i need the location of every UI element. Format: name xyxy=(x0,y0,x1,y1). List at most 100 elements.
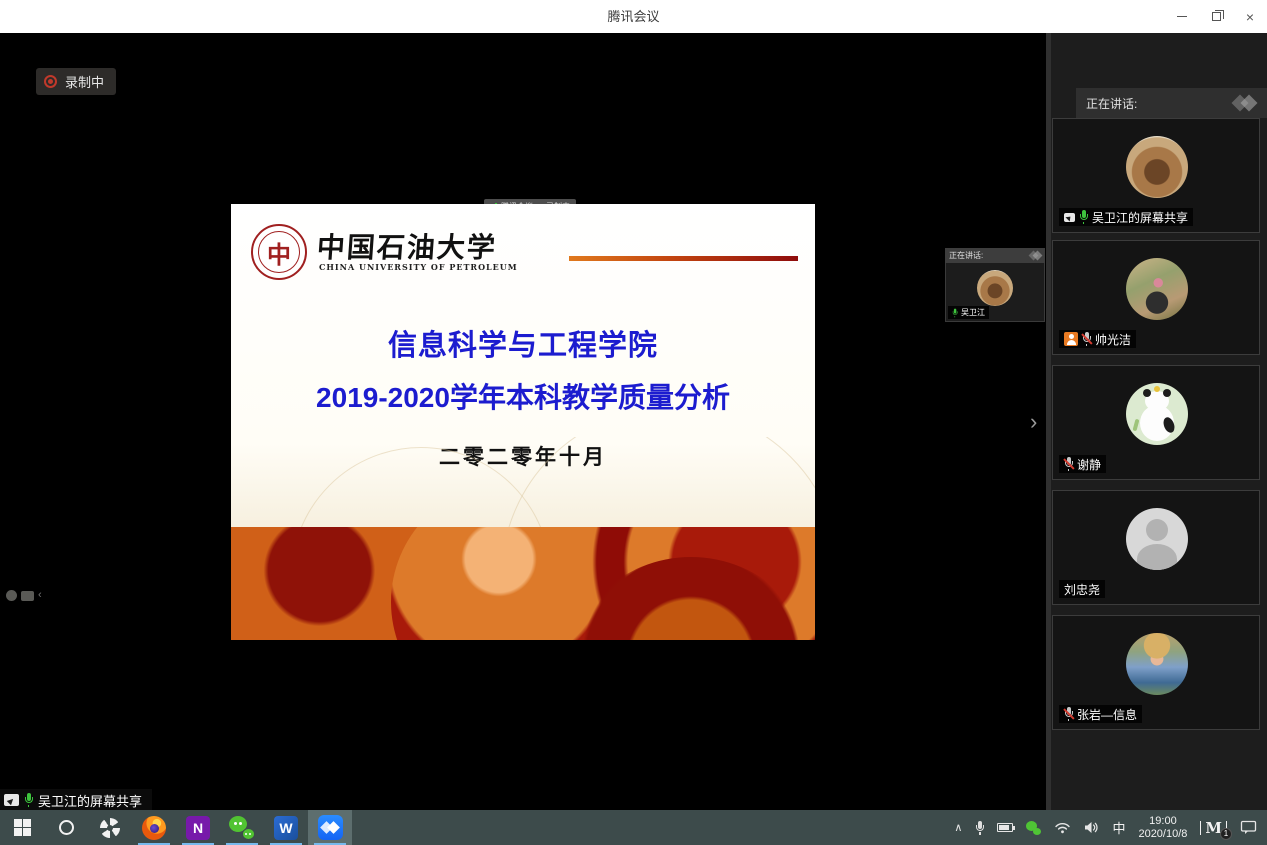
onenote-button[interactable]: N xyxy=(176,810,220,845)
tencent-meeting-icon xyxy=(317,815,343,840)
cortana-icon xyxy=(58,820,74,835)
tray-mic-icon[interactable] xyxy=(975,820,984,835)
university-name-cn: 中国石油大学 xyxy=(315,231,499,264)
tray-expand-chevron[interactable]: ∧ xyxy=(954,821,962,834)
speaking-overlay-header: 正在讲话: xyxy=(945,248,1045,263)
maximize-button[interactable] xyxy=(1199,0,1233,33)
collapse-toolbar-chevron-icon[interactable]: ‹ xyxy=(38,590,42,601)
sidebar-expand-chevron[interactable]: › xyxy=(1030,411,1037,433)
sidebar-scrollbar[interactable] xyxy=(1046,33,1051,810)
mic-on-icon xyxy=(952,308,958,317)
firefox-icon xyxy=(142,815,166,840)
notification-badge: 1 xyxy=(1220,827,1232,840)
close-button[interactable]: × xyxy=(1233,0,1267,33)
annotation-panel-icon[interactable] xyxy=(21,590,34,601)
avatar xyxy=(1126,508,1188,570)
university-name-en: CHINA UNIVERSITY OF PETROLEUM xyxy=(319,262,518,272)
meeting-logo-icon xyxy=(1231,94,1258,112)
pinwheel-app-button[interactable] xyxy=(88,810,132,845)
word-button[interactable]: W xyxy=(264,810,308,845)
participant-name: 吴卫江的屏幕共享 xyxy=(1092,210,1189,225)
participant-name: 刘忠尧 xyxy=(1064,582,1101,597)
speaker-name: 吴卫江 xyxy=(961,308,985,317)
participant-name-label: 谢静 xyxy=(1059,455,1107,473)
mic-muted-icon xyxy=(1082,332,1091,346)
participant-name-label: 张岩—信息 xyxy=(1059,705,1143,723)
university-seal-logo: 中 xyxy=(251,224,307,280)
share-banner-label: 吴卫江的屏幕共享 xyxy=(38,793,143,809)
window-titlebar[interactable]: 腾讯会议 × xyxy=(0,0,1267,33)
screen-share-banner: 吴卫江的屏幕共享 xyxy=(0,789,153,811)
tray-date: 2020/10/8 xyxy=(1138,827,1188,840)
header-divider-line xyxy=(569,256,798,261)
wifi-icon[interactable] xyxy=(1054,821,1071,834)
participant-tile[interactable]: 张岩—信息 xyxy=(1052,615,1260,730)
participant-tile[interactable]: 谢静 xyxy=(1052,365,1260,480)
restore-icon xyxy=(1211,10,1224,21)
tray-clock[interactable]: 19:00 2020/10/8 xyxy=(1138,815,1187,841)
slide-title-report: 2019-2020学年本科教学质量分析 xyxy=(316,382,730,413)
person-badge-icon xyxy=(1064,332,1078,346)
start-button[interactable] xyxy=(0,810,44,845)
participants-sidebar: 正在讲话: 吴卫江的屏幕共享 帅光洁 谢静 刘忠尧 张岩—信息 xyxy=(1046,33,1267,810)
word-icon: W xyxy=(274,815,298,840)
recording-dot-icon xyxy=(44,75,57,88)
participant-name: 谢静 xyxy=(1077,457,1102,472)
wechat-tray-icon[interactable] xyxy=(1026,820,1042,835)
mic-muted-icon xyxy=(1064,457,1073,471)
battery-icon[interactable] xyxy=(997,823,1016,832)
speaking-overlay-tile: 吴卫江 xyxy=(945,263,1045,322)
tray-time: 19:00 xyxy=(1149,814,1177,827)
participant-tile[interactable]: 吴卫江的屏幕共享 xyxy=(1052,118,1260,233)
im-app-tray-icon[interactable]: M1 xyxy=(1200,820,1232,840)
tencent-meeting-button[interactable] xyxy=(308,810,352,845)
close-icon: × xyxy=(1245,8,1255,25)
avatar xyxy=(1126,136,1188,198)
participant-tile[interactable]: 帅光洁 xyxy=(1052,240,1260,355)
minimize-icon xyxy=(1177,16,1187,17)
speaking-overlay-name-label: 吴卫江 xyxy=(948,306,989,319)
avatar xyxy=(1126,633,1188,695)
avatar xyxy=(1126,383,1188,445)
slide-date-line: 二零二零年十月 xyxy=(439,446,607,469)
wechat-button[interactable] xyxy=(220,810,264,845)
recording-indicator[interactable]: 录制中 xyxy=(36,68,117,95)
participant-name: 帅光洁 xyxy=(1095,332,1132,347)
participant-name-label: 帅光洁 xyxy=(1059,330,1137,348)
firefox-button[interactable] xyxy=(132,810,176,845)
pinwheel-icon xyxy=(100,817,120,838)
speaking-overlay-title: 正在讲话: xyxy=(949,251,984,260)
participant-name: 张岩—信息 xyxy=(1077,707,1138,722)
window-controls: × xyxy=(1165,0,1267,33)
screen-share-icon xyxy=(4,794,19,806)
avatar xyxy=(977,270,1013,306)
speaker-icon[interactable] xyxy=(1084,821,1099,834)
speaking-header-label: 正在讲话: xyxy=(1086,96,1138,111)
system-tray: ∧ 中 19:00 2020/10/8 M1 xyxy=(954,810,1267,845)
windows-logo-icon xyxy=(13,819,31,836)
taskbar-apps: N W xyxy=(0,810,352,845)
seal-glyph: 中 xyxy=(267,239,291,269)
speaking-overlay: 正在讲话: 吴卫江 xyxy=(945,248,1045,322)
cortana-button[interactable] xyxy=(44,810,88,845)
windows-taskbar: N W ∧ 中 19:00 2020/10/8 M1 xyxy=(0,810,1267,845)
input-method-indicator[interactable]: 中 xyxy=(1112,818,1125,837)
minimize-button[interactable] xyxy=(1165,0,1199,33)
slide-title-college: 信息科学与工程学院 xyxy=(387,330,658,362)
participant-tile[interactable]: 刘忠尧 xyxy=(1052,490,1260,605)
action-center-icon[interactable] xyxy=(1240,820,1257,835)
mic-muted-icon xyxy=(1064,707,1073,721)
annotation-tool-icon[interactable] xyxy=(6,590,17,601)
shared-screen-stage: 录制中 腾讯会议 录制中 中 中国石油大学 CHINA UNIVERSITY O… xyxy=(0,33,1046,811)
wechat-icon xyxy=(229,815,255,840)
recording-label: 录制中 xyxy=(65,75,105,90)
annotation-mini-toolbar[interactable]: ‹ xyxy=(6,590,42,601)
participant-name-label: 吴卫江的屏幕共享 xyxy=(1059,208,1194,226)
mic-on-icon xyxy=(24,793,33,807)
screen-share-icon xyxy=(1064,212,1075,222)
slide-bottom-artwork xyxy=(231,527,815,640)
onenote-icon: N xyxy=(186,815,210,840)
mic-on-icon xyxy=(1079,210,1088,224)
speaking-header: 正在讲话: xyxy=(1076,88,1267,118)
window-title: 腾讯会议 xyxy=(607,9,660,24)
